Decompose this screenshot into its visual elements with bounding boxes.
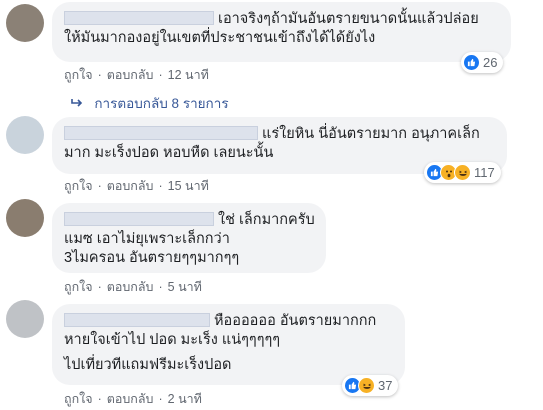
- reply-arrow-icon: [71, 97, 86, 111]
- timestamp[interactable]: 12 นาที: [168, 68, 209, 82]
- like-link[interactable]: ถูกใจ: [64, 280, 93, 294]
- avatar[interactable]: [6, 116, 44, 154]
- reaction-count: 37: [378, 378, 393, 393]
- commenter-name-redacted[interactable]: [64, 313, 210, 327]
- avatar[interactable]: [6, 300, 44, 338]
- reaction-summary[interactable]: 26: [461, 52, 504, 73]
- comment-text-line: 3ไมครอน อันตรายๆๆมากๆๆ: [64, 250, 240, 266]
- comment-text-line: แมซ เอาไม่ยุเพราะเล็กกว่า: [64, 231, 230, 247]
- comment-text-line: ให้มันมากองอยู่ในเขตที่ประชาชนเข้าถึงได้…: [64, 30, 376, 46]
- like-link[interactable]: ถูกใจ: [64, 392, 93, 406]
- comment-bubble: หืออออออ อันตรายมากกก หายใจเข้าไป ปอด มะ…: [52, 304, 405, 385]
- comment-actions: ถูกใจ · ตอบกลับ · 12 นาที: [64, 65, 209, 85]
- separator: ·: [158, 280, 163, 294]
- comment-bubble: ใช่ เล็กมากครับ แมซ เอาไม่ยุเพราะเล็กกว่…: [52, 203, 326, 273]
- commenter-name-redacted[interactable]: [64, 212, 214, 226]
- comment-text-line: เอาจริงๆถ้ามันอันตรายขนาดนั้นแล้วปล่อย: [218, 11, 479, 27]
- separator: ·: [97, 179, 102, 193]
- separator: ·: [158, 179, 163, 193]
- comment-text-line: ใช่ เล็กมากครับ: [218, 212, 315, 228]
- reply-link[interactable]: ตอบกลับ: [107, 392, 154, 406]
- separator: ·: [97, 280, 102, 294]
- separator: ·: [97, 392, 102, 406]
- comment-text-line: ไปเที่ยวทีแถมฟรีมะเร็งปอด: [64, 357, 232, 373]
- timestamp[interactable]: 2 นาที: [168, 392, 202, 406]
- comment-actions: ถูกใจ · ตอบกลับ · 5 นาที: [64, 277, 202, 297]
- separator: ·: [158, 392, 163, 406]
- commenter-name-redacted[interactable]: [64, 11, 214, 25]
- haha-reaction-icon: [454, 164, 471, 181]
- like-link[interactable]: ถูกใจ: [64, 179, 93, 193]
- timestamp[interactable]: 15 นาที: [168, 179, 209, 193]
- reply-link[interactable]: ตอบกลับ: [107, 280, 154, 294]
- reaction-count: 117: [474, 165, 495, 180]
- comment-actions: ถูกใจ · ตอบกลับ · 15 นาที: [64, 176, 209, 196]
- comment-bubble: เอาจริงๆถ้ามันอันตรายขนาดนั้นแล้วปล่อย ใ…: [52, 2, 511, 62]
- separator: ·: [158, 68, 163, 82]
- replies-label: การตอบกลับ 8 รายการ: [94, 96, 229, 111]
- reply-link[interactable]: ตอบกลับ: [107, 179, 154, 193]
- reaction-count: 26: [483, 55, 498, 70]
- avatar[interactable]: [6, 4, 44, 42]
- commenter-name-redacted[interactable]: [64, 126, 258, 140]
- comment-text-line: หายใจเข้าไป ปอด มะเร็ง แน่ๆๆๆๆๆ: [64, 332, 281, 348]
- reaction-summary[interactable]: 117: [424, 162, 501, 183]
- comment-text-line: แร่ใยหิน นี่อันตรายมาก อนุภาคเล็ก: [262, 126, 480, 142]
- avatar[interactable]: [6, 199, 44, 237]
- reaction-summary[interactable]: 37: [342, 375, 399, 396]
- like-reaction-icon: [463, 54, 480, 71]
- comment-text-line: มาก มะเร็งปอด หอบหืด เลยนะนั้น: [64, 145, 274, 161]
- comment-text-line: หืออออออ อันตรายมากกก: [214, 313, 377, 329]
- timestamp[interactable]: 5 นาที: [168, 280, 202, 294]
- separator: ·: [97, 68, 102, 82]
- reply-link[interactable]: ตอบกลับ: [107, 68, 154, 82]
- haha-reaction-icon: [358, 377, 375, 394]
- view-replies-link[interactable]: การตอบกลับ 8 รายการ: [71, 92, 229, 114]
- like-link[interactable]: ถูกใจ: [64, 68, 93, 82]
- comment-actions: ถูกใจ · ตอบกลับ · 2 นาที: [64, 389, 202, 409]
